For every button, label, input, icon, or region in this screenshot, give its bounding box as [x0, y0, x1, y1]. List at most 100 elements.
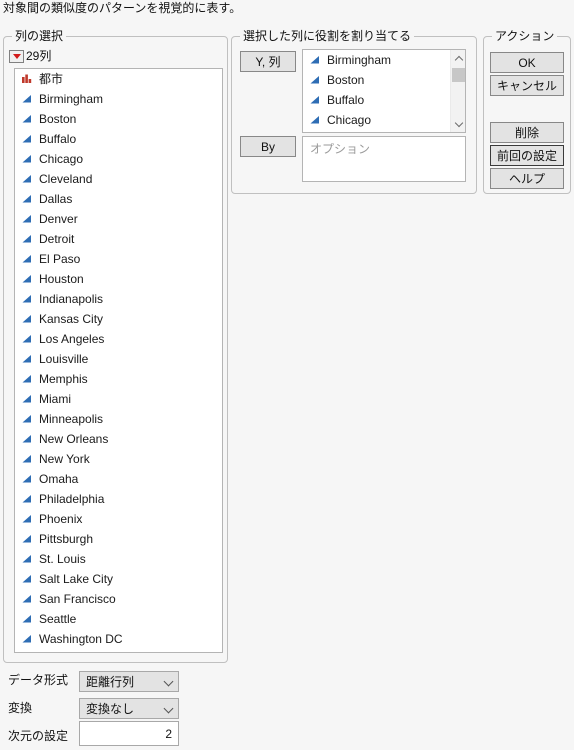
- role-assignment-legend: 選択した列に役割を割り当てる: [240, 29, 415, 43]
- continuous-triangle-icon: [309, 54, 321, 66]
- red-triangle-down-icon[interactable]: [9, 49, 24, 63]
- list-item-label: Boston: [327, 73, 365, 87]
- transform-select[interactable]: 変換なし: [79, 698, 179, 719]
- continuous-triangle-icon: [21, 633, 33, 645]
- list-item-label: Salt Lake City: [39, 572, 114, 586]
- scroll-down-icon[interactable]: [451, 116, 465, 132]
- dimensions-label-row: 次元の設定: [8, 729, 68, 743]
- list-item-label: Los Angeles: [39, 332, 105, 346]
- data-format-select[interactable]: 距離行列: [79, 671, 179, 692]
- list-item-label: Pittsburgh: [39, 532, 94, 546]
- continuous-triangle-icon: [21, 153, 33, 165]
- y-columns-scrollbar[interactable]: [450, 50, 465, 132]
- dimensions-input[interactable]: 2: [79, 721, 179, 746]
- list-item-label: New York: [39, 452, 90, 466]
- ok-button[interactable]: OK: [490, 52, 564, 73]
- column-list[interactable]: 都市 Birmingham Boston Buffalo Chicago Clevelan…: [14, 68, 223, 653]
- chevron-down-icon: [165, 677, 174, 686]
- continuous-triangle-icon: [21, 493, 33, 505]
- list-item[interactable]: Washington DC: [15, 629, 222, 649]
- continuous-triangle-icon: [21, 353, 33, 365]
- y-columns-button[interactable]: Y, 列: [240, 51, 296, 72]
- continuous-triangle-icon: [309, 94, 321, 106]
- list-item-label: 都市: [39, 72, 64, 86]
- list-item[interactable]: Boston: [15, 109, 222, 129]
- y-columns-list[interactable]: Birmingham Boston Buffalo Chicago: [302, 49, 466, 133]
- list-item[interactable]: New Orleans: [15, 429, 222, 449]
- continuous-triangle-icon: [21, 253, 33, 265]
- list-item[interactable]: Louisville: [15, 349, 222, 369]
- help-button[interactable]: ヘルプ: [490, 168, 564, 189]
- list-item[interactable]: Pittsburgh: [15, 529, 222, 549]
- list-item[interactable]: Indianapolis: [15, 289, 222, 309]
- list-item-label: Miami: [39, 392, 71, 406]
- list-item-label: St. Louis: [39, 552, 86, 566]
- list-item[interactable]: Philadelphia: [15, 489, 222, 509]
- list-item[interactable]: Memphis: [15, 369, 222, 389]
- continuous-triangle-icon: [21, 113, 33, 125]
- list-item[interactable]: 都市: [15, 69, 222, 89]
- list-item-label: Houston: [39, 272, 84, 286]
- continuous-triangle-icon: [21, 513, 33, 525]
- list-item[interactable]: Buffalo: [15, 129, 222, 149]
- continuous-triangle-icon: [21, 273, 33, 285]
- list-item-label: Buffalo: [39, 132, 77, 146]
- list-item[interactable]: Cleveland: [15, 169, 222, 189]
- list-item[interactable]: Dallas: [15, 189, 222, 209]
- list-item[interactable]: Minneapolis: [15, 409, 222, 429]
- continuous-triangle-icon: [21, 233, 33, 245]
- scroll-up-icon[interactable]: [451, 50, 465, 66]
- list-item[interactable]: Birmingham: [303, 50, 450, 70]
- list-item-label: Chicago: [327, 113, 372, 127]
- list-item[interactable]: Detroit: [15, 229, 222, 249]
- list-item-label: Denver: [39, 212, 78, 226]
- list-item[interactable]: Miami: [15, 389, 222, 409]
- by-options-box[interactable]: オプション: [302, 136, 466, 182]
- continuous-triangle-icon: [21, 293, 33, 305]
- list-item[interactable]: Phoenix: [15, 509, 222, 529]
- list-item[interactable]: New York: [15, 449, 222, 469]
- list-item-label: Chicago: [39, 152, 84, 166]
- list-item-label: Omaha: [39, 472, 79, 486]
- list-item-label: New Orleans: [39, 432, 109, 446]
- list-item[interactable]: Salt Lake City: [15, 569, 222, 589]
- chevron-down-icon: [165, 704, 174, 713]
- list-item[interactable]: Kansas City: [15, 309, 222, 329]
- list-item-label: Seattle: [39, 612, 77, 626]
- list-item[interactable]: Chicago: [303, 110, 450, 130]
- continuous-triangle-icon: [21, 373, 33, 385]
- list-item[interactable]: Denver: [15, 209, 222, 229]
- continuous-triangle-icon: [21, 173, 33, 185]
- continuous-triangle-icon: [21, 133, 33, 145]
- jmp-dialog: 対象間の類似度のパターンを視覚的に表す。 列の選択 29列 都市 Birmingh…: [0, 0, 574, 750]
- transform-label: 変換: [8, 701, 33, 715]
- continuous-triangle-icon: [21, 613, 33, 625]
- list-item[interactable]: Houston: [15, 269, 222, 289]
- continuous-triangle-icon: [21, 213, 33, 225]
- column-count-label: 29列: [26, 49, 52, 63]
- list-item[interactable]: Seattle: [15, 609, 222, 629]
- continuous-triangle-icon: [309, 114, 321, 126]
- cancel-button[interactable]: キャンセル: [490, 75, 564, 96]
- list-item[interactable]: Los Angeles: [15, 329, 222, 349]
- continuous-triangle-icon: [309, 74, 321, 86]
- list-item[interactable]: St. Louis: [15, 549, 222, 569]
- list-item[interactable]: Birmingham: [15, 89, 222, 109]
- list-item[interactable]: Chicago: [15, 149, 222, 169]
- list-item[interactable]: El Paso: [15, 249, 222, 269]
- list-item[interactable]: Buffalo: [303, 90, 450, 110]
- continuous-triangle-icon: [21, 313, 33, 325]
- list-item[interactable]: Boston: [303, 70, 450, 90]
- list-item-label: El Paso: [39, 252, 81, 266]
- scrollbar-thumb[interactable]: [452, 68, 465, 82]
- recall-button[interactable]: 前回の設定: [490, 145, 564, 166]
- list-item-label: Birmingham: [39, 92, 104, 106]
- list-item[interactable]: San Francisco: [15, 589, 222, 609]
- list-item[interactable]: Omaha: [15, 469, 222, 489]
- list-item-label: Dallas: [39, 192, 73, 206]
- remove-button[interactable]: 削除: [490, 122, 564, 143]
- by-button[interactable]: By: [240, 136, 296, 157]
- by-options-placeholder: オプション: [310, 142, 371, 156]
- data-format-value: 距離行列: [86, 674, 135, 689]
- column-count-row: 29列: [9, 48, 51, 64]
